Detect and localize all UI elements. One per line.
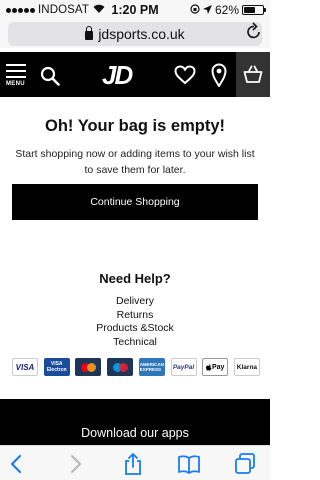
reload-icon[interactable] xyxy=(246,22,262,45)
help-link-technical[interactable]: Technical xyxy=(0,336,270,350)
wifi-icon xyxy=(93,4,105,16)
bookmarks-icon[interactable] xyxy=(178,453,200,475)
location-pin-icon[interactable] xyxy=(211,63,227,87)
bag-icon xyxy=(243,65,263,83)
download-apps-bar[interactable]: Download our apps xyxy=(0,399,270,445)
empty-bag-description: Start shopping now or adding items to yo… xyxy=(15,148,255,176)
search-icon[interactable] xyxy=(40,66,60,86)
carrier-name: INDOSAT xyxy=(38,4,89,16)
signal-dots-icon xyxy=(6,7,35,13)
menu-button[interactable]: MENU xyxy=(6,64,28,90)
continue-shopping-button[interactable]: Continue Shopping xyxy=(12,184,258,220)
battery-level-fill xyxy=(244,7,256,13)
safari-toolbar xyxy=(0,445,270,480)
help-title: Need Help? xyxy=(99,271,171,286)
forward-icon[interactable] xyxy=(64,453,86,475)
menu-icon-bar xyxy=(6,70,26,72)
maestro-logo xyxy=(107,358,134,376)
address-field[interactable]: jdsports.co.uk xyxy=(8,22,262,46)
site-header: MENU JD xyxy=(0,52,270,97)
bag-button[interactable] xyxy=(236,52,270,97)
lock-icon xyxy=(85,26,94,40)
paypal-logo: PayPal xyxy=(170,358,197,376)
apple-pay-text: Pay xyxy=(211,363,225,371)
browser-url-bar: jdsports.co.uk xyxy=(0,20,270,48)
amex-logo: AMERICAN EXPRESS xyxy=(138,358,165,376)
heart-icon[interactable] xyxy=(174,65,196,85)
menu-label: MENU xyxy=(6,81,25,87)
mastercard-logo xyxy=(75,358,102,376)
electron-bottom-text: Electron xyxy=(46,367,67,373)
battery-percent: 62% xyxy=(214,3,239,17)
back-icon[interactable] xyxy=(6,453,28,475)
tabs-icon[interactable] xyxy=(234,453,256,475)
menu-icon-bar xyxy=(6,76,26,78)
empty-bag-title: Oh! Your bag is empty! xyxy=(45,117,225,135)
menu-icon xyxy=(6,64,26,66)
apple-pay-logo: Pay xyxy=(202,358,229,376)
visa-electron-logo: VISA Electron xyxy=(43,358,70,376)
orientation-lock-icon xyxy=(190,3,200,17)
download-apps-text: Download our apps xyxy=(81,426,189,440)
jd-logo[interactable]: JD xyxy=(102,60,133,91)
status-right: 62% xyxy=(190,3,266,17)
url-text: jdsports.co.uk xyxy=(98,26,185,42)
location-arrow-icon xyxy=(202,3,212,17)
help-link-returns[interactable]: Returns xyxy=(0,309,270,323)
share-icon[interactable] xyxy=(122,453,144,475)
battery-icon xyxy=(242,5,266,15)
visa-logo: VISA xyxy=(12,358,38,376)
help-link-delivery[interactable]: Delivery xyxy=(0,295,270,309)
help-link-products-stock[interactable]: Products &Stock xyxy=(0,322,270,336)
status-bar: INDOSAT 1:20 PM 62% xyxy=(0,0,270,20)
klarna-logo: Klarna xyxy=(233,358,260,376)
payment-methods: VISA VISA Electron AMERICAN EXPRESS PayP… xyxy=(12,358,260,376)
help-links: Delivery Returns Products &Stock Technic… xyxy=(0,295,270,350)
